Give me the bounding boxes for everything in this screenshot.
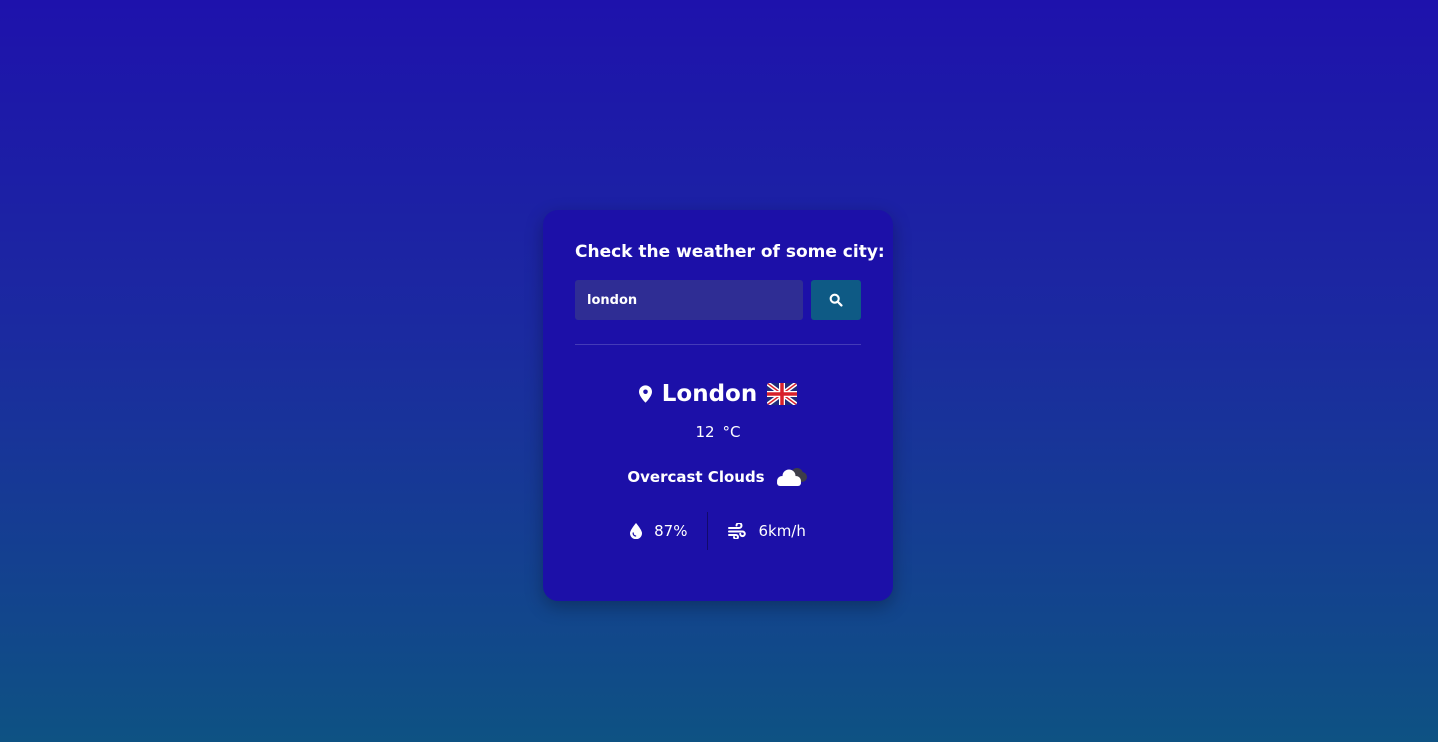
overcast-clouds-icon <box>771 463 809 491</box>
description-row: Overcast Clouds <box>575 463 861 491</box>
page-title: Check the weather of some city: <box>575 242 885 262</box>
wind-value: 6km/h <box>758 522 806 540</box>
weather-card: Check the weather of some city: London <box>543 210 893 601</box>
temperature-unit: °C <box>722 423 741 441</box>
uk-flag-icon <box>767 383 798 405</box>
search-icon <box>829 293 843 307</box>
temperature-value: 12 <box>695 423 715 441</box>
humidity: 87% <box>610 512 709 550</box>
search-button[interactable] <box>811 280 861 320</box>
search-form <box>575 280 861 320</box>
map-pin-icon <box>638 385 652 403</box>
city-search-input[interactable] <box>575 280 803 320</box>
divider <box>575 344 861 345</box>
weather-description: Overcast Clouds <box>627 468 765 486</box>
city-name: London <box>661 381 758 407</box>
humidity-value: 87% <box>654 522 688 540</box>
weather-details: 87% 6km/h <box>575 512 861 550</box>
water-drop-icon <box>630 523 643 539</box>
temperature-row: 12 °C <box>575 421 861 443</box>
wind: 6km/h <box>708 512 825 550</box>
wind-icon <box>728 523 747 539</box>
city-row: London <box>575 379 861 409</box>
